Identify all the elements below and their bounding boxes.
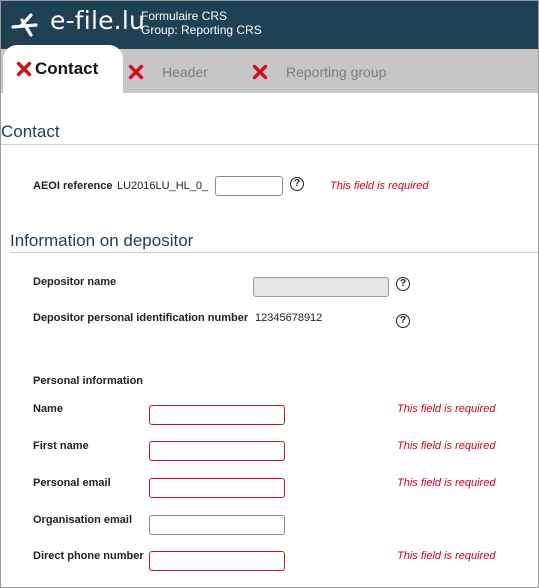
first-name-error: This field is required (397, 440, 496, 452)
section-title-depositor: Information on depositor (10, 231, 194, 250)
organisation-email-label: Organisation email (33, 514, 133, 526)
aeoi-reference-error: This field is required (330, 180, 429, 192)
first-name-input[interactable] (149, 441, 285, 461)
depositor-pin-value: 12345678912 (255, 312, 323, 324)
red-x-icon (252, 64, 268, 80)
depositor-name-label: Depositor name (33, 276, 117, 288)
red-x-icon (128, 64, 144, 80)
top-bar: e-file.lu Formulaire CRS Group: Reportin… (1, 1, 538, 49)
help-icon[interactable]: ? (396, 314, 410, 328)
tab-label: Header (162, 64, 208, 80)
name-input[interactable] (149, 405, 285, 425)
personal-email-label: Personal email (33, 477, 111, 489)
depositor-name-input[interactable] (253, 277, 389, 297)
name-error: This field is required (397, 403, 496, 415)
divider (10, 252, 538, 253)
depositor-pin-label: Depositor personal identification number (33, 312, 249, 324)
aeoi-reference-input[interactable] (215, 176, 283, 196)
section-title-contact: Contact (1, 122, 60, 141)
divider (1, 144, 538, 145)
organisation-email-input[interactable] (149, 515, 285, 535)
direct-phone-error: This field is required (397, 550, 496, 562)
direct-phone-label: Direct phone number (33, 550, 144, 562)
first-name-label: First name (33, 440, 89, 452)
help-icon[interactable]: ? (396, 277, 410, 291)
tab-header[interactable]: Header (128, 49, 208, 93)
form-name: Formulaire CRS (141, 9, 228, 23)
group-name: Group: Reporting CRS (141, 23, 262, 37)
efile-logo-icon (11, 13, 38, 37)
direct-phone-input[interactable] (149, 551, 285, 571)
tab-reporting-group[interactable]: Reporting group (252, 49, 386, 93)
tab-bar: Contact Header Reporting group (1, 45, 538, 93)
aeoi-reference-prefix: LU2016LU_HL_0_ (117, 180, 209, 192)
name-label: Name (33, 403, 63, 415)
tab-label: Contact (35, 59, 99, 78)
logo-text: e-file.lu (50, 6, 146, 35)
tab-label: Reporting group (286, 64, 387, 80)
app-window: e-file.lu Formulaire CRS Group: Reportin… (0, 0, 539, 588)
help-icon[interactable]: ? (290, 177, 304, 191)
tab-contact[interactable]: Contact (3, 45, 123, 93)
aeoi-reference-label: AEOI reference (33, 180, 113, 192)
form-content: Contact AEOI reference LU2016LU_HL_0_ ? … (1, 93, 538, 587)
personal-email-error: This field is required (397, 477, 496, 489)
personal-email-input[interactable] (149, 478, 285, 498)
personal-information-heading: Personal information (33, 375, 144, 387)
red-x-icon (16, 61, 32, 77)
form-info: Formulaire CRS Group: Reporting CRS (141, 9, 262, 37)
